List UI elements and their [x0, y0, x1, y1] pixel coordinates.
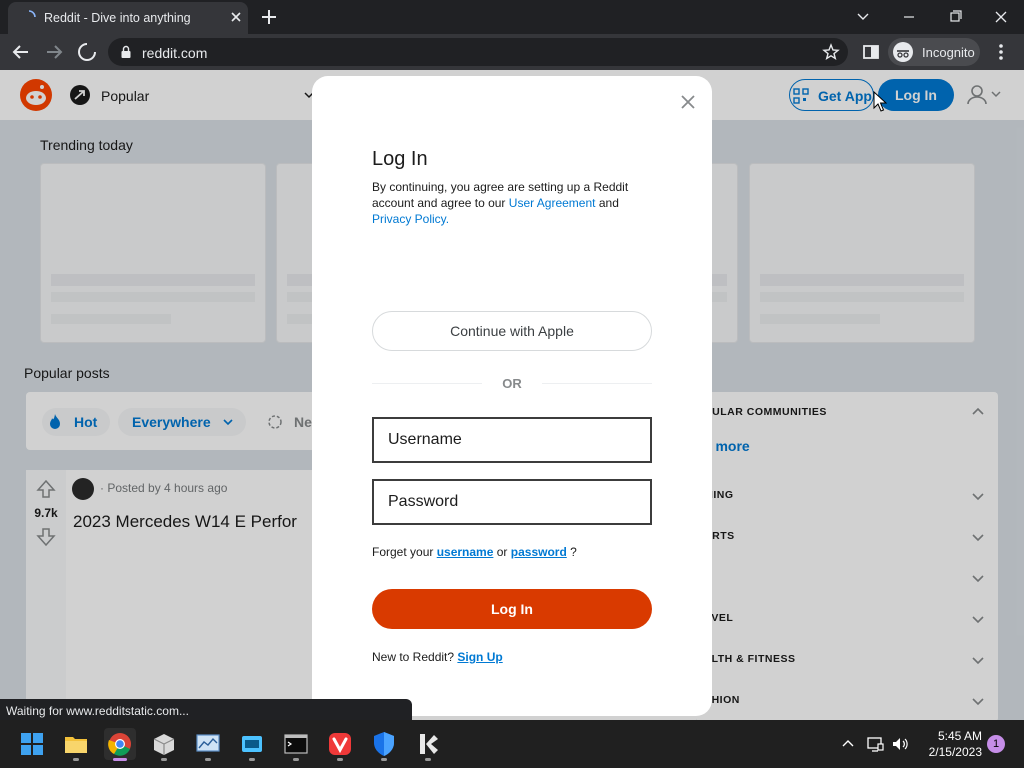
package-icon[interactable] [148, 728, 180, 761]
forgot-or: or [496, 545, 508, 559]
user-agreement-link[interactable]: User Agreement [509, 196, 596, 210]
taskbar: 5:45 AM 2/15/2023 1 [0, 720, 1024, 768]
bookmark-star-icon[interactable] [822, 43, 840, 61]
modal-title: Log In [372, 148, 428, 170]
tab-search-icon[interactable] [840, 4, 886, 30]
signup-prefix: New to Reddit? [372, 650, 455, 664]
or-divider: OR [372, 376, 652, 392]
terms-and: and [598, 196, 619, 210]
file-explorer-icon[interactable] [60, 728, 92, 761]
network-icon[interactable] [865, 734, 885, 754]
window-app-icon[interactable] [236, 728, 268, 761]
url-text[interactable]: reddit.com [142, 45, 207, 61]
password-input[interactable] [372, 479, 652, 525]
forgot-password-link[interactable]: password [511, 545, 567, 559]
forgot-credentials-text: Forget your username or password ? [372, 545, 577, 559]
incognito-badge[interactable]: Incognito [888, 38, 980, 66]
new-tab-icon[interactable] [258, 6, 280, 28]
forgot-suffix: ? [570, 545, 577, 559]
close-icon[interactable] [676, 90, 700, 114]
incognito-label: Incognito [922, 45, 975, 60]
loading-icon [28, 10, 36, 18]
browser-tab[interactable]: Reddit - Dive into anything [8, 2, 248, 34]
minimize-icon[interactable] [886, 4, 932, 30]
monitor-chart-icon[interactable] [192, 728, 224, 761]
start-icon[interactable] [16, 728, 48, 760]
address-bar[interactable]: reddit.com [108, 38, 848, 66]
close-tab-icon[interactable] [228, 9, 244, 25]
close-window-icon[interactable] [978, 4, 1024, 30]
forgot-username-link[interactable]: username [437, 545, 494, 559]
notification-badge[interactable]: 1 [987, 735, 1005, 753]
signup-link[interactable]: Sign Up [457, 650, 502, 664]
status-bubble: Waiting for www.redditstatic.com... [0, 699, 412, 721]
username-input[interactable] [372, 417, 652, 463]
mouse-cursor-icon [873, 91, 887, 112]
divider-line [542, 383, 652, 384]
stop-loading-icon[interactable] [76, 41, 98, 63]
login-modal: Log In By continuing, you agree are sett… [312, 76, 712, 716]
lock-icon[interactable] [120, 45, 132, 59]
tab-title: Reddit - Dive into anything [44, 11, 191, 25]
clock-time: 5:45 AM [937, 729, 982, 743]
chrome-icon[interactable] [104, 728, 136, 761]
forward-icon[interactable] [43, 41, 65, 63]
browser-tab-bar: Reddit - Dive into anything [0, 0, 1024, 34]
browser-toolbar: reddit.com Incognito [0, 34, 1024, 70]
chevron-up-icon[interactable] [838, 734, 858, 754]
forgot-prefix: Forget your [372, 545, 434, 559]
privacy-policy-link[interactable]: Privacy Policy. [372, 212, 449, 226]
vivaldi-icon[interactable] [324, 728, 356, 761]
side-panel-icon[interactable] [860, 41, 882, 63]
restore-icon[interactable] [932, 4, 978, 30]
defender-icon[interactable] [368, 728, 400, 761]
kodi-icon[interactable] [412, 728, 444, 761]
incognito-icon [893, 42, 913, 62]
terms-text: By continuing, you agree are setting up … [372, 179, 652, 227]
volume-icon[interactable] [890, 734, 910, 754]
signup-prompt: New to Reddit? Sign Up [372, 650, 503, 664]
back-icon[interactable] [10, 41, 32, 63]
continue-with-apple-button[interactable]: Continue with Apple [372, 311, 652, 351]
terminal-icon[interactable] [280, 728, 312, 761]
clock-date: 2/15/2023 [928, 745, 982, 759]
login-submit-button[interactable]: Log In [372, 589, 652, 629]
system-clock[interactable]: 5:45 AM 2/15/2023 [918, 728, 982, 760]
menu-kebab-icon[interactable] [990, 41, 1012, 63]
